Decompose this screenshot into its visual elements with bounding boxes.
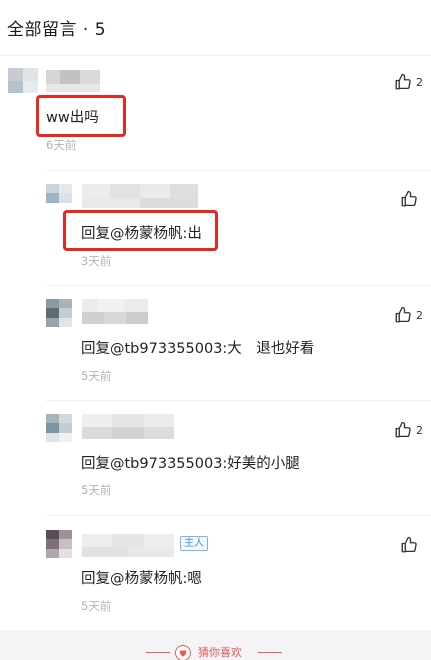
like-count: 2 — [416, 423, 423, 437]
comment-time: 5天前 — [81, 483, 112, 497]
like-count: 2 — [416, 308, 423, 322]
username-blurred — [82, 312, 148, 324]
username-blurred — [82, 547, 174, 557]
avatar[interactable] — [46, 299, 72, 327]
divider — [46, 170, 431, 171]
avatar[interactable] — [46, 184, 72, 212]
username-blurred — [82, 198, 198, 208]
thumbs-up-icon — [395, 73, 411, 90]
comment-time: 3天前 — [81, 254, 112, 268]
avatar[interactable] — [8, 68, 38, 106]
like-button[interactable]: 2 — [394, 421, 423, 439]
divider — [258, 652, 282, 653]
comment-text: 回复@杨蒙杨帆:嗯 — [81, 571, 202, 587]
username-blurred[interactable] — [82, 299, 148, 313]
page-title: 全部留言 · 5 — [7, 20, 107, 40]
divider — [46, 285, 431, 286]
like-button[interactable] — [400, 536, 422, 554]
divider — [46, 400, 431, 401]
comment-text: 回复@tb973355003:好美的小腿 — [81, 456, 300, 472]
highlight-box — [63, 210, 218, 251]
divider — [46, 515, 431, 516]
avatar[interactable] — [46, 414, 72, 442]
recommend-label: 猜你喜欢 — [198, 646, 242, 659]
comment-text: 回复@tb973355003:大 退也好看 — [81, 341, 315, 357]
like-button[interactable] — [400, 190, 422, 208]
heart-icon — [175, 645, 191, 660]
username-blurred[interactable] — [46, 70, 100, 84]
username-blurred — [82, 427, 174, 439]
thumbs-up-icon — [401, 536, 417, 553]
username-blurred[interactable] — [82, 534, 174, 548]
comments-header: 全部留言 · 5 — [0, 0, 431, 56]
like-button[interactable]: 2 — [394, 73, 423, 91]
like-button[interactable]: 2 — [394, 306, 423, 324]
comment-time: 5天前 — [81, 369, 112, 383]
thumbs-up-icon — [401, 190, 417, 207]
owner-badge: 主人 — [180, 536, 208, 551]
like-count: 2 — [416, 75, 423, 89]
thumbs-up-icon — [395, 306, 411, 323]
avatar[interactable] — [46, 530, 72, 558]
highlight-box — [36, 95, 126, 137]
thumbs-up-icon — [395, 421, 411, 438]
username-blurred — [46, 84, 100, 92]
username-blurred[interactable] — [82, 184, 198, 198]
username-blurred[interactable] — [82, 414, 174, 428]
comment-time: 6天前 — [46, 138, 77, 152]
divider — [146, 652, 170, 653]
recommend-section[interactable]: 猜你喜欢 — [0, 630, 431, 660]
comment-time: 5天前 — [81, 599, 112, 613]
